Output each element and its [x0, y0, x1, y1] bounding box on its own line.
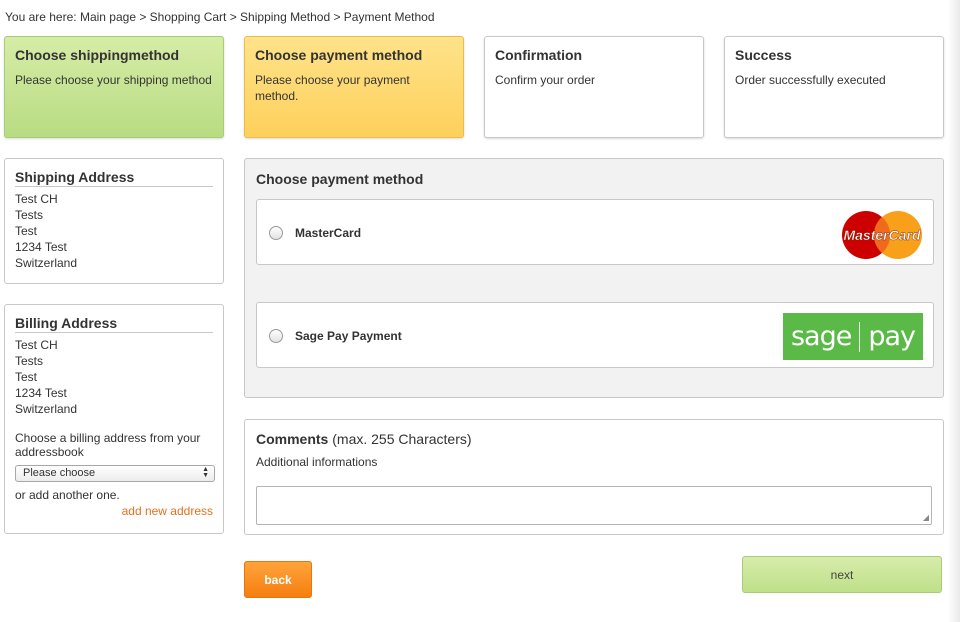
comments-title-bold: Comments — [256, 431, 329, 447]
comments-title: Comments (max. 255 Characters) — [256, 431, 932, 447]
step-description: Confirm your order — [495, 73, 596, 87]
address-line: Tests — [15, 208, 44, 222]
billing-address-box: Billing Address Test CH Tests Test 1234 … — [4, 304, 224, 534]
payment-option-sagepay[interactable]: Sage Pay Payment sage pay — [256, 302, 934, 368]
payment-option-mastercard[interactable]: MasterCard MasterCard — [256, 199, 934, 265]
resize-grip-icon[interactable]: ◢ — [923, 514, 929, 522]
comments-box: Comments (max. 255 Characters) Additiona… — [244, 419, 944, 535]
shipping-address-box: Shipping Address Test CH Tests Test 1234… — [4, 158, 224, 284]
step-confirmation: Confirmation Confirm your order — [484, 36, 704, 138]
payment-option-label: Sage Pay Payment — [295, 329, 402, 343]
shipping-address-title: Shipping Address — [15, 169, 213, 187]
step-title: Choose shippingmethod — [15, 47, 180, 63]
sagepay-logo-divider — [859, 321, 861, 352]
comments-title-suffix: (max. 255 Characters) — [332, 431, 472, 447]
choose-billing-text: Choose a billing address from your addre… — [15, 431, 201, 459]
sagepay-radio[interactable] — [269, 329, 283, 343]
step-title: Confirmation — [495, 47, 583, 63]
page-edge-shadow — [948, 0, 960, 622]
address-line: 1234 Test — [15, 240, 67, 254]
step-payment-method: Choose payment method Please choose your… — [244, 36, 464, 138]
step-description: Order successfully executed — [735, 73, 886, 87]
step-title: Choose payment method — [255, 47, 423, 63]
billing-address-select[interactable]: Please choose ▲ ▼ — [15, 465, 215, 482]
mastercard-logo-icon: MasterCard — [842, 211, 922, 259]
select-value: Please choose — [23, 467, 96, 479]
back-button[interactable]: back — [244, 561, 312, 598]
sagepay-logo-icon: sage pay — [783, 313, 923, 360]
step-shipping-method[interactable]: Choose shippingmethod Please choose your… — [4, 36, 224, 138]
select-arrows-icon: ▲ ▼ — [202, 466, 209, 479]
mastercard-logo-text: MasterCard — [843, 227, 920, 243]
step-success: Success Order successfully executed — [724, 36, 944, 138]
address-line: Test CH — [15, 192, 58, 206]
step-title: Success — [735, 47, 792, 63]
billing-address-title: Billing Address — [15, 315, 213, 333]
address-line: Test CH — [15, 338, 58, 352]
mastercard-radio[interactable] — [269, 226, 283, 240]
breadcrumb: You are here: Main page > Shopping Cart … — [5, 10, 435, 24]
comments-textarea[interactable]: ◢ — [256, 486, 932, 525]
payment-panel-title: Choose payment method — [256, 171, 424, 187]
add-new-address-link[interactable]: add new address — [15, 504, 213, 518]
sagepay-logo-right: pay — [868, 321, 916, 352]
address-line: Test — [15, 224, 38, 238]
sagepay-logo-left: sage — [790, 321, 852, 352]
comments-subtitle: Additional informations — [256, 455, 378, 469]
or-add-text: or add another one. — [15, 488, 120, 502]
step-description: Please choose your shipping method — [15, 73, 212, 87]
payment-method-panel: Choose payment method MasterCard MasterC… — [244, 158, 944, 398]
address-line: Test — [15, 370, 38, 384]
address-line: Switzerland — [15, 256, 78, 270]
address-line: Tests — [15, 354, 44, 368]
payment-option-label: MasterCard — [295, 226, 362, 240]
step-description: Please choose your payment method. — [255, 73, 410, 103]
address-line: Switzerland — [15, 402, 78, 416]
next-button[interactable]: next — [742, 556, 942, 593]
address-line: 1234 Test — [15, 386, 67, 400]
